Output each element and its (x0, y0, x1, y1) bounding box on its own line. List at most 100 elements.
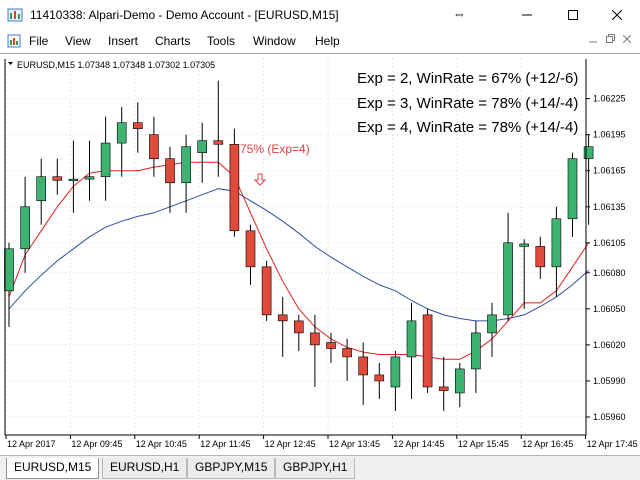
close-button[interactable] (594, 0, 640, 30)
candle (422, 308, 433, 393)
candle-body (52, 176, 63, 181)
price-tick-label: 1.06225 (593, 94, 626, 104)
candle (245, 224, 256, 285)
stat-line: Exp = 2, WinRate = 67% (+12/-6) (357, 70, 578, 87)
maximize-icon (568, 10, 578, 20)
chart-document-icon[interactable] (6, 33, 22, 49)
candle-body (583, 146, 594, 160)
candle-body (133, 122, 143, 129)
candle-body (229, 143, 240, 232)
candle (503, 212, 513, 321)
restore-icon (605, 34, 615, 43)
candle-body (342, 348, 352, 358)
time-tick-label: 12 Apr 15:45 (458, 439, 509, 449)
chart-grid (5, 59, 587, 435)
price-axis: 1.06225 1.06195 1.06165 1.06135 1.06105 1.060… (586, 94, 626, 422)
candle-body (310, 332, 320, 346)
mdi-restore-button[interactable] (603, 33, 617, 47)
candle-body (277, 314, 288, 322)
candle (358, 342, 369, 405)
candle-body (438, 386, 449, 391)
candle-body (4, 248, 14, 292)
candle (4, 242, 14, 327)
time-tick-label: 12 Apr 2017 (7, 439, 56, 449)
candle-body (84, 176, 95, 180)
price-tick-label: 1.06050 (593, 304, 626, 314)
candle-body (36, 176, 47, 202)
candle (229, 128, 240, 237)
candle-body (519, 243, 530, 247)
candle-body (261, 266, 272, 316)
price-chart[interactable]: 1.06225 1.06195 1.06165 1.06135 1.06105 1.060… (0, 54, 640, 456)
chart-menu-triangle-icon[interactable] (8, 62, 13, 65)
candle-body (454, 368, 465, 394)
window-title: 11410338: Alpari-Demo - Demo Account - [… (30, 8, 339, 22)
candle-body (551, 218, 562, 268)
candle (133, 102, 143, 153)
tab-eurusd-h1[interactable]: EURUSD,H1 (102, 458, 188, 479)
price-tick-label: 1.06105 (593, 238, 626, 248)
candle-body (165, 158, 175, 184)
price-tick-label: 1.06135 (593, 202, 626, 212)
candle-body (68, 178, 79, 181)
time-tick-label: 12 Apr 17:45 (587, 439, 638, 449)
mdi-minimize-button[interactable] (586, 33, 600, 47)
signal-label: 75% (Exp=4) (240, 142, 310, 156)
candle (165, 146, 175, 213)
maximize-button[interactable] (550, 0, 596, 30)
time-tick-label: 12 Apr 10:45 (136, 439, 187, 449)
terminal-icon (7, 8, 23, 22)
candle (406, 302, 417, 399)
close-icon (612, 10, 622, 20)
stat-line: Exp = 4, WinRate = 78% (+14/-4) (357, 119, 578, 136)
candle (310, 314, 320, 387)
mdi-close-button[interactable] (620, 33, 634, 47)
minimize-button[interactable] (504, 0, 550, 30)
candle (519, 239, 530, 309)
chart-window[interactable]: 1.06225 1.06195 1.06165 1.06135 1.06105 1.060… (0, 53, 640, 455)
candle (261, 260, 272, 321)
title-bar: 11410338: Alpari-Demo - Demo Account - [… (0, 0, 640, 30)
candle (100, 116, 111, 201)
menu-view[interactable]: View (65, 34, 91, 48)
menu-tools[interactable]: Tools (207, 34, 235, 48)
candle-body (326, 342, 336, 349)
time-axis: 12 Apr 2017 12 Apr 09:45 12 Apr 10:45 12 Ap… (5, 435, 638, 449)
stat-line: Exp = 3, WinRate = 78% (+14/-4) (357, 95, 578, 112)
menu-help[interactable]: Help (315, 34, 340, 48)
menu-file[interactable]: File (29, 34, 48, 48)
tab-gbpjpy-h1[interactable]: GBPJPY,H1 (275, 458, 356, 479)
candle-body (181, 146, 191, 184)
price-tick-label: 1.06020 (593, 340, 626, 350)
candle-body (116, 122, 127, 144)
candle (551, 206, 562, 297)
resize-arrows-icon[interactable]: ⇔ (453, 6, 466, 21)
candle (116, 107, 127, 177)
candle (471, 320, 481, 393)
candle-body (149, 134, 159, 160)
candle-body (390, 356, 401, 388)
price-tick-label: 1.06165 (593, 166, 626, 176)
tab-gbpjpy-m15[interactable]: GBPJPY,M15 (187, 458, 276, 479)
candle-body (374, 374, 385, 382)
menu-charts[interactable]: Charts (155, 34, 190, 48)
time-tick-label: 12 Apr 12:45 (265, 439, 316, 449)
chart-tab-bar: EURUSD,M15 EURUSD,H1 GBPJPY,M15 GBPJPY,H… (0, 455, 640, 480)
menu-bar: File View Insert Charts Tools Window Hel… (0, 30, 640, 52)
menu-insert[interactable]: Insert (108, 34, 138, 48)
candle-body (245, 230, 256, 268)
candle (36, 158, 47, 225)
price-tick-label: 1.06195 (593, 130, 626, 140)
candle (374, 362, 385, 399)
candle (454, 362, 465, 408)
candle (52, 158, 63, 195)
candle (326, 332, 336, 363)
candle-body (358, 356, 369, 376)
candle-body (293, 320, 304, 334)
time-tick-label: 12 Apr 14:45 (393, 439, 444, 449)
tab-eurusd-m15[interactable]: EURUSD,M15 (6, 458, 100, 479)
candle-body (406, 320, 417, 358)
candle (181, 134, 191, 213)
candle-body (487, 314, 497, 334)
menu-window[interactable]: Window (253, 34, 296, 48)
